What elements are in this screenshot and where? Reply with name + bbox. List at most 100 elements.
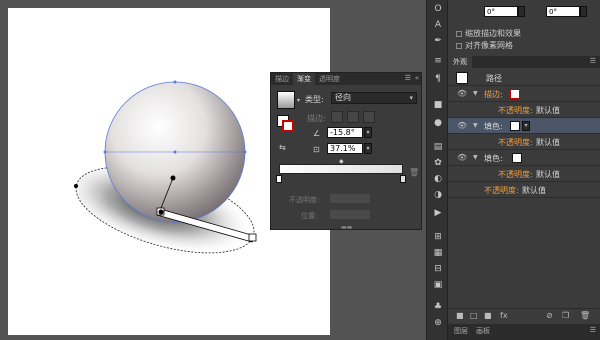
opacity-row-value: 默认值 [536,138,560,147]
angle-dropdown[interactable]: ▾ [364,127,372,138]
tab-appearance[interactable]: 外观 [448,56,472,68]
appearance-stroke-row[interactable]: 👁 ▼ 描边: [448,86,600,102]
fill-row-label[interactable]: 填色: [484,121,503,132]
stroke-within-button[interactable] [331,111,343,123]
color-guide-icon[interactable]: ▤ [430,140,446,154]
add-fill-icon[interactable]: ■ [484,311,492,320]
graphic-styles-icon[interactable]: ◐ [430,172,446,186]
tab-gradient[interactable]: 渐变 [293,73,315,85]
chevron-down-icon[interactable]: ▼ [473,122,478,129]
stroke-across-button[interactable] [363,111,375,123]
fill-swatch-dropdown[interactable]: ▾ [522,121,530,131]
angle-icon: ∠ [313,129,321,138]
align-pixel-grid-checkbox[interactable]: 对齐像素网格 [456,40,513,51]
gradient-panel: 描边 渐变 透明度 ☰ « ▾ 类型: 径向 ▾ 描边: ∠ -15.8° ▾ … [270,72,422,231]
fill-stroke-indicator[interactable] [277,115,295,133]
panel-menu-icon[interactable]: ☰ [405,74,411,82]
aspect-ratio-field[interactable]: 37.1% [327,143,363,154]
paragraph-icon[interactable]: ¶ [430,72,446,86]
panel-menu-icon[interactable]: ☰ [590,57,596,65]
chevron-down-icon: ▾ [409,94,413,102]
opacity-row-label[interactable]: 不透明度: [498,169,533,180]
actions-icon[interactable]: ▦ [430,246,446,260]
opacity-row-value: 默认值 [522,186,546,195]
gradient-preview-swatch[interactable] [277,91,295,109]
lines-icon[interactable]: ≡ [430,54,446,68]
links-icon[interactable]: ⊞ [430,230,446,244]
trash-icon[interactable]: 🗑 [409,168,419,177]
reverse-gradient-icon[interactable]: ⇆ [279,143,286,152]
opacity-label: 不透明度: [289,196,320,204]
eye-icon[interactable]: 👁 [457,89,467,98]
shear-dropdown[interactable] [580,6,587,17]
location-field[interactable] [329,209,371,220]
new-art-icon[interactable]: ■ [456,311,464,320]
appearance-opacity-row[interactable]: 不透明度: 默认值 [448,102,600,118]
tab-artboards[interactable]: 画板 [476,326,490,336]
eye-icon[interactable]: 👁 [457,121,467,130]
fill-color-swatch[interactable] [510,121,520,131]
shear-field[interactable]: 0° [546,6,580,17]
tab-transparency[interactable]: 透明度 [315,74,344,84]
gradient-stop-right[interactable] [400,175,406,183]
gradient-type-select[interactable]: 径向 ▾ [331,92,417,104]
opacity-row-label[interactable]: 不透明度: [498,105,533,116]
appearance-opacity-row[interactable]: 不透明度: 默认值 [448,134,600,150]
tab-layers[interactable]: 图层 [454,326,468,336]
eye-icon[interactable]: 👁 [457,153,467,162]
chevron-down-icon[interactable]: ▼ [473,90,478,97]
opacity-row-value: 默认值 [536,106,560,115]
chevron-down-icon[interactable]: ▼ [473,154,478,161]
appearance-fill-row[interactable]: 👁 ▼ 填色: [448,150,600,166]
chevron-down-icon[interactable]: ▾ [297,97,300,104]
gradient-slider[interactable] [279,164,403,174]
artboards-icon[interactable]: ♣ [430,300,446,314]
appearance-fill-row-selected[interactable]: 👁 ▼ 填色: ▾ [448,118,600,134]
appearance-opacity-row[interactable]: 不透明度: 默认值 [448,166,600,182]
type-label: 类型: [305,95,324,104]
location-label: 位置: [301,212,318,220]
add-stroke-icon[interactable]: □ [470,311,478,320]
collapse-icon[interactable]: « [415,74,419,82]
clear-appearance-icon[interactable]: ⊘ [546,311,553,320]
aspect-dropdown[interactable]: ▾ [364,143,372,154]
tab-stroke[interactable]: 描边 [271,74,293,84]
path-label: 路径 [486,74,502,83]
opacity-row-label[interactable]: 不透明度: [484,185,519,196]
character-icon[interactable]: A [430,18,446,32]
type-icon[interactable]: O [430,2,446,16]
panel-menu-icon[interactable]: ☰ [590,326,596,334]
resize-grip-icon[interactable]: ▬▬ [341,224,352,231]
layers-icon[interactable]: ■ [430,98,446,112]
panel-dock-strip: O A ✒ ≡ ¶ ■ ● ▤ ✿ ◐ ◑ ▶ ⊞ ▦ ⊟ ▣ ♣ ⊕ [426,0,448,340]
fill-row-label[interactable]: 填色: [484,153,503,164]
pathfinder-icon[interactable]: ▣ [430,278,446,292]
align-icon[interactable]: ⊟ [430,262,446,276]
stroke-along-button[interactable] [347,111,359,123]
symbols-icon[interactable]: ◑ [430,188,446,202]
scale-strokes-checkbox[interactable]: 缩放描边和效果 [456,28,521,39]
swatches-icon[interactable]: ● [430,116,446,130]
brushes-icon[interactable]: ✿ [430,156,446,170]
stroke-color-swatch[interactable] [510,89,520,99]
pen-icon[interactable]: ✒ [430,34,446,48]
gradient-stop-left[interactable] [276,175,282,183]
appearance-bottom-bar: ■ □ ■ fx ⊘ ❐ 🗑 [448,308,600,322]
aspect-ratio-icon: ⊡ [313,145,320,154]
transform-icon[interactable]: ▶ [430,206,446,220]
add-effect-icon[interactable]: fx [500,311,508,320]
layers-footer: 图层 画板 ☰ [448,324,600,340]
gradient-panel-tabs: 描边 渐变 透明度 ☰ « [271,73,421,85]
stroke-row-label[interactable]: 描边: [484,89,503,100]
opacity-field[interactable] [329,193,371,204]
trash-icon[interactable]: 🗑 [580,311,590,320]
stroke-swatch[interactable] [282,120,294,132]
duplicate-item-icon[interactable]: ❐ [562,311,569,320]
rotate-dropdown[interactable] [518,6,525,17]
navigator-icon[interactable]: ⊕ [430,316,446,330]
opacity-row-label[interactable]: 不透明度: [498,137,533,148]
rotate-field[interactable]: 0° [484,6,518,17]
angle-field[interactable]: -15.8° [327,127,363,138]
appearance-opacity-row[interactable]: 不透明度: 默认值 [448,182,600,198]
fill-color-swatch[interactable] [512,153,522,163]
